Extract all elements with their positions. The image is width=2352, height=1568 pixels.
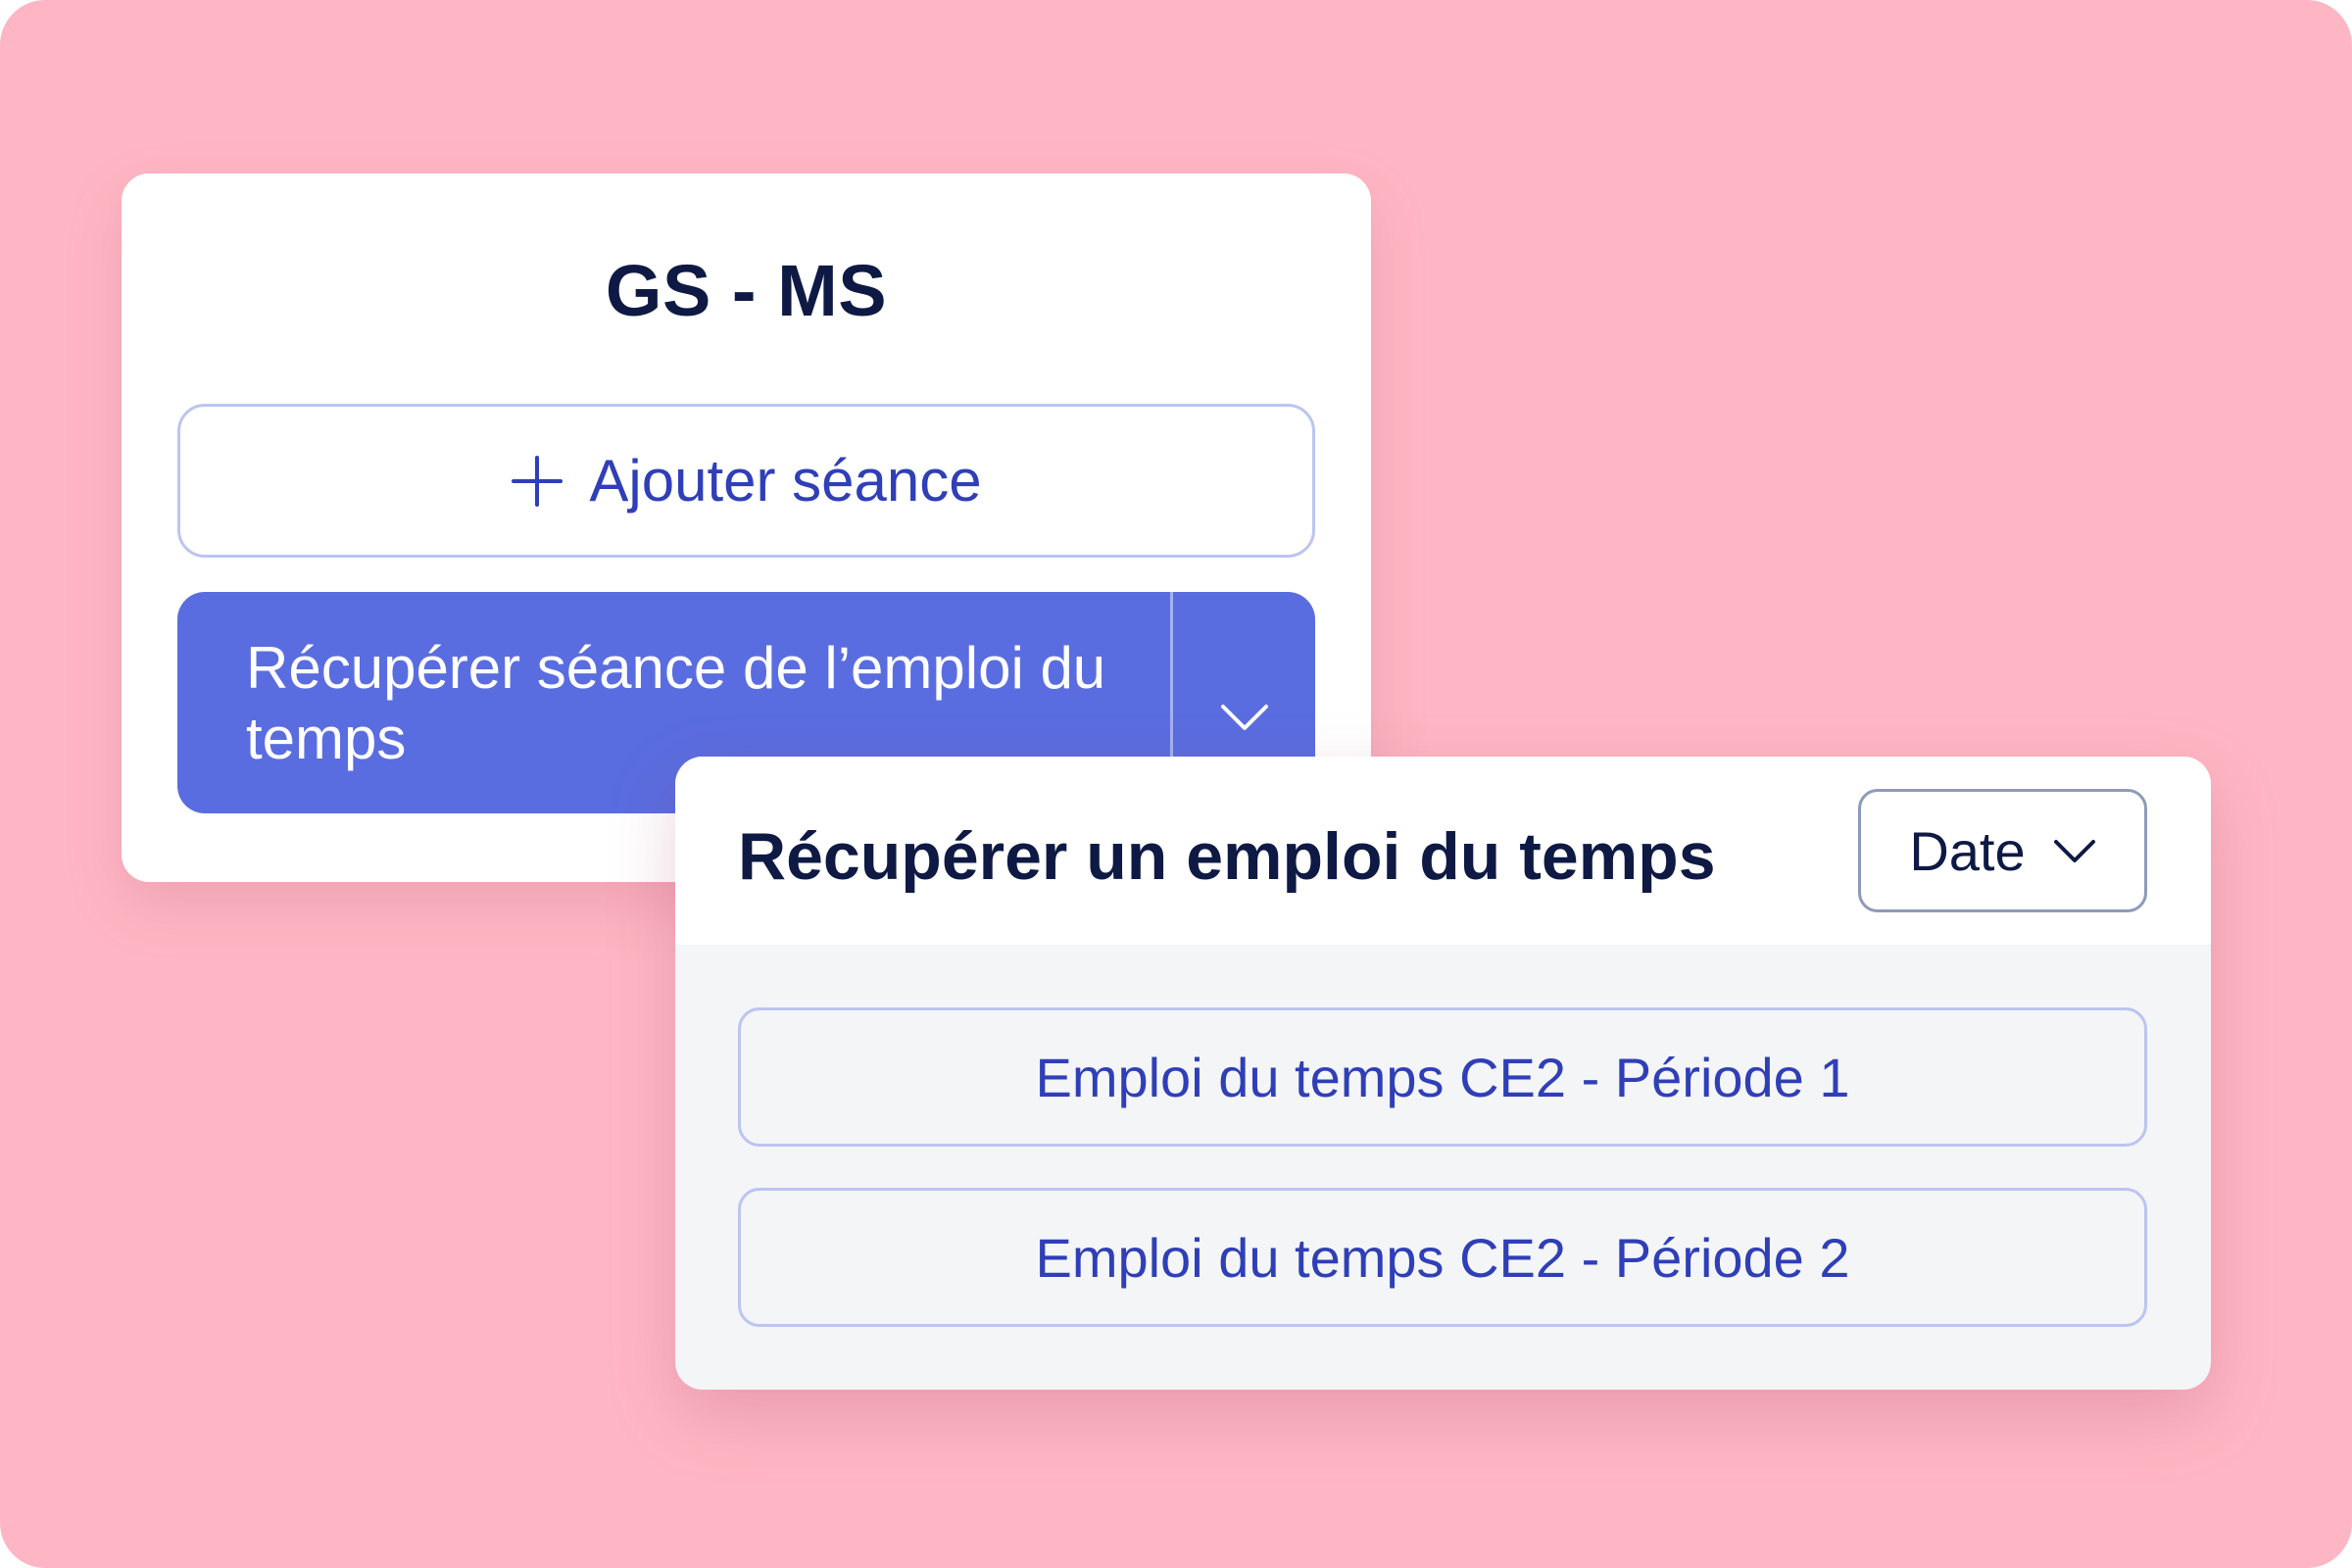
sort-date-select[interactable]: Date: [1858, 789, 2147, 912]
schedule-panel-title: Récupérer un emploi du temps: [738, 819, 1716, 894]
retrieve-session-label: Récupérer séance de l’emploi du temps: [246, 635, 1106, 771]
chevron-down-icon: [1220, 705, 1268, 730]
add-session-label: Ajouter séance: [589, 448, 982, 514]
class-title: GS - MS: [605, 250, 888, 331]
chevron-down-icon: [2053, 840, 2095, 862]
schedule-item[interactable]: Emploi du temps CE2 - Période 2: [738, 1188, 2147, 1327]
sort-date-label: Date: [1909, 819, 2026, 882]
schedule-item-label: Emploi du temps CE2 - Période 2: [1035, 1226, 1850, 1289]
pink-canvas: GS - MS Ajouter séance Récupérer séance …: [0, 0, 2352, 1568]
schedule-panel-header: Récupérer un emploi du temps Date: [675, 757, 2211, 945]
plus-icon: [512, 455, 564, 507]
schedule-item-label: Emploi du temps CE2 - Période 1: [1035, 1046, 1850, 1108]
add-session-button[interactable]: Ajouter séance: [177, 404, 1315, 558]
schedule-panel: Récupérer un emploi du temps Date Emploi…: [675, 757, 2211, 1390]
schedule-item[interactable]: Emploi du temps CE2 - Période 1: [738, 1007, 2147, 1147]
